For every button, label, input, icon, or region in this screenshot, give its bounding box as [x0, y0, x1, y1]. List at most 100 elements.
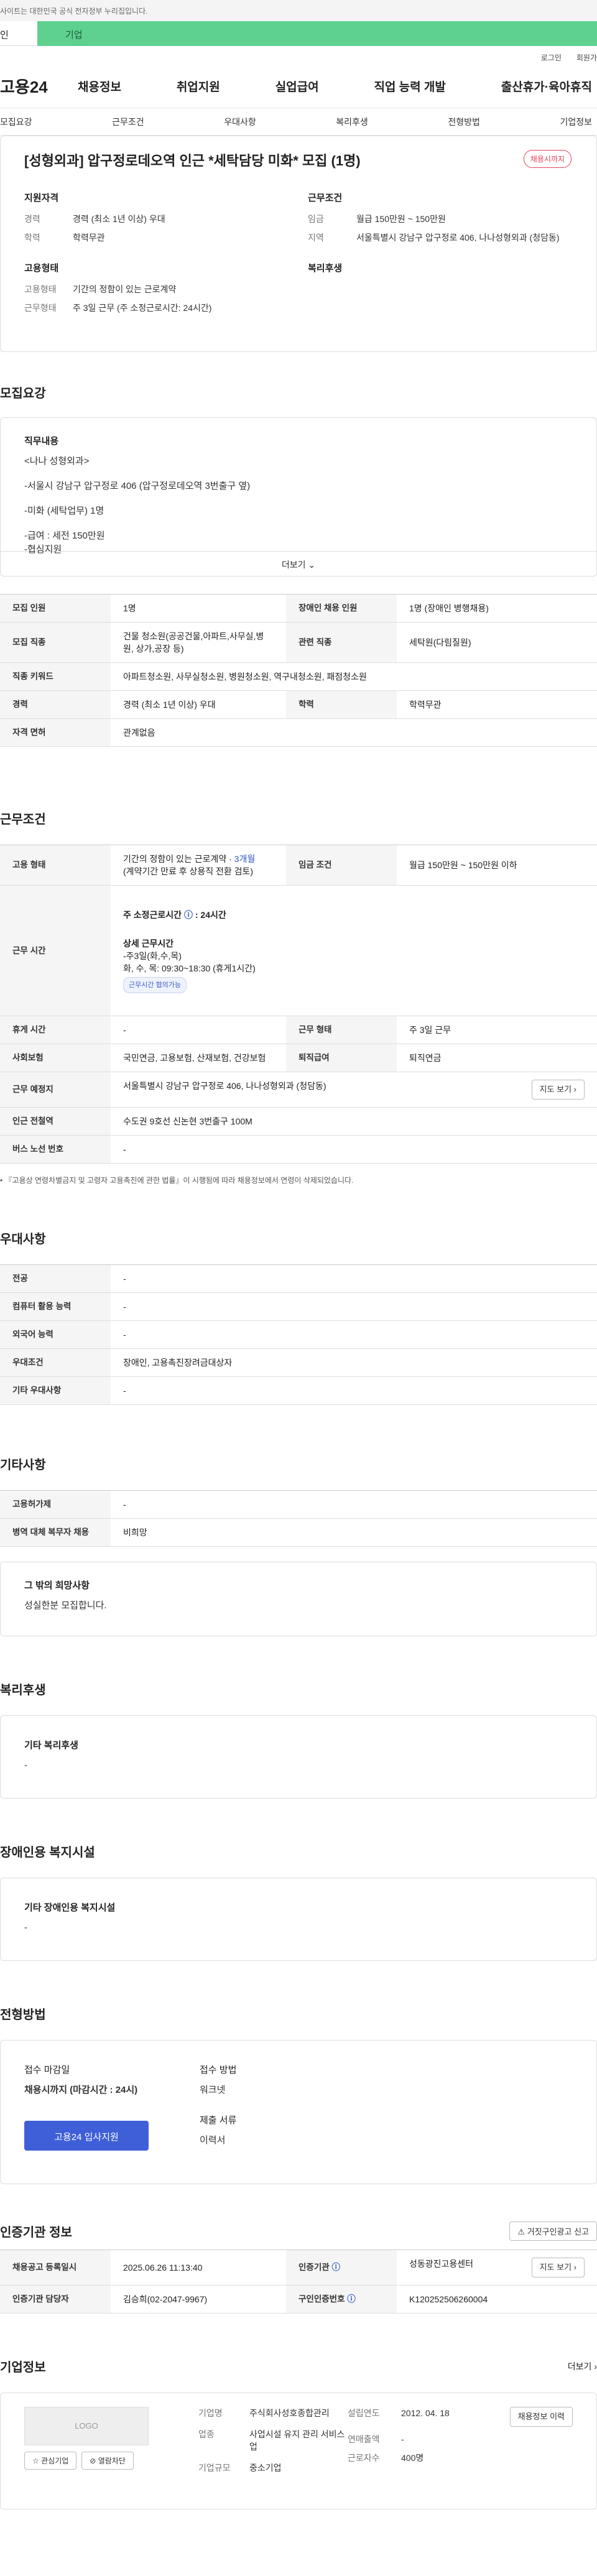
apply-button[interactable]: 고용24 입사지원 — [24, 2121, 149, 2151]
subnav-selection[interactable]: 전형방법 — [448, 116, 480, 128]
table-cell: 수도권 9호선 신논현 3번출구 100M — [111, 1107, 597, 1136]
work-section: 근무조건 고용 형태 기간의 정함이 있는 근로계약 · 3개월 (계약기간 만… — [0, 809, 597, 1185]
table-cell: 경력 (최소 1년 이상) 우대 — [111, 690, 286, 719]
info-icon[interactable]: ⓘ — [184, 910, 193, 920]
table-row: 모집 직종 건물 청소원(공공건물,아파트,사무실,병원, 상가,공장 등) 관… — [0, 622, 597, 663]
info-icon[interactable]: ⓘ — [331, 2263, 340, 2272]
kv-key: 임금 — [308, 214, 324, 224]
chevron-right-icon: › — [594, 2361, 597, 2371]
table-header: 휴게 시간 — [0, 1016, 111, 1044]
info-icon[interactable]: ⓘ — [347, 2294, 356, 2304]
cert-map-button[interactable]: 지도 보기 › — [531, 2258, 585, 2277]
table-row: 채용공고 등록일시 2025.06.26 11:13:40 인증기관 ⓘ 성동광… — [0, 2249, 597, 2286]
gnb-item-parental-leave[interactable]: 출산휴가·육아휴직 — [501, 78, 592, 95]
view-jobs-button[interactable]: 채용정보 이력 — [509, 2407, 573, 2427]
block-button[interactable]: ⊘ 열람차단 — [81, 2452, 134, 2470]
table-header: 인증기관 담당자 — [0, 2285, 111, 2314]
company-title: 기업정보 — [0, 2361, 46, 2374]
subnav-benefits[interactable]: 복리후생 — [336, 116, 368, 128]
subnav-work[interactable]: 근무조건 — [112, 116, 144, 128]
kv-key: 근무형태 — [24, 303, 57, 313]
site-logo[interactable]: 고용24 — [0, 75, 78, 98]
gnb-item-skills[interactable]: 직업 능력 개발 — [374, 78, 445, 95]
table-header: 직종 키워드 — [0, 662, 111, 691]
duties-more-button[interactable]: 더보기 ⌄ — [1, 551, 596, 576]
table-row: 경력 경력 (최소 1년 이상) 우대 학력 학력무관 — [0, 690, 597, 719]
table-row: 우대조건 장애인, 고용촉진장려금대상자 — [0, 1348, 597, 1377]
selection-title: 전형방법 — [0, 2008, 46, 2022]
deadline-value: 채용시까지 (마감시간 : 24시) — [24, 2085, 138, 2095]
company-section: 기업정보 더보기 › LOGO ☆ 관심기업 ⊘ 열람차단 기업명 주식회사성호종… — [0, 2357, 597, 2509]
table-header: 임금 조건 — [286, 845, 397, 886]
table-header: 근무 예정지 — [0, 1072, 111, 1108]
kv-key: 경력 — [24, 214, 40, 224]
interest-label: 관심기업 — [41, 2457, 69, 2465]
table-cell: 아파트청소원, 사무실청소원, 병원청소원, 역구내청소원, 패점청소원 — [111, 662, 597, 691]
gov-banner: 사이트는 대한민국 공식 전자정부 누리집입니다. — [0, 0, 597, 21]
table-cell: 주 소정근로시간 ⓘ : 24시간 상세 근무시간 -주3일(화,수,목) 화,… — [111, 885, 597, 1016]
table-cell: 국민연금, 고용보험, 산재보험, 건강보험 — [111, 1044, 286, 1072]
interest-button[interactable]: ☆ 관심기업 — [24, 2452, 77, 2470]
kv-key: 기업규모 — [198, 2463, 231, 2473]
welfare-section: 복리후생 — [308, 261, 573, 320]
docs-label: 제출 서류 — [200, 2115, 237, 2126]
table-header: 모집 인원 — [0, 594, 111, 623]
gnb-item-employment-support[interactable]: 취업지원 — [177, 78, 220, 95]
welfare-heading: 복리후생 — [308, 263, 343, 274]
kv-value: 사업시설 유지 관리 서비스업 — [249, 2429, 345, 2452]
subnav-preference[interactable]: 우대사항 — [224, 116, 256, 128]
table-cell: 1명 — [111, 594, 286, 623]
chevron-down-icon: ⌄ — [308, 560, 316, 570]
table-header: 컴퓨터 활용 능력 — [0, 1292, 111, 1321]
hope-text: 성실한분 모집합니다. — [24, 1600, 107, 1611]
map-button[interactable]: 지도 보기 › — [531, 1080, 585, 1100]
deadline-label: 접수 마감일 — [24, 2065, 70, 2075]
table-header: 우대조건 — [0, 1348, 111, 1377]
kv-value: 학력무관 — [73, 233, 105, 243]
table-cell: 건물 청소원(공공건물,아파트,사무실,병원, 상가,공장 등) — [111, 622, 286, 663]
map-button-label: 지도 보기 — [539, 2263, 572, 2272]
kv-value: 월급 150만원 ~ 150만원 — [356, 214, 446, 224]
detail-heading: 상세 근무시간 — [123, 938, 174, 948]
tab-personal[interactable]: 인 — [0, 21, 37, 46]
report-ad-button[interactable]: ⚠ 거짓구인광고 신고 — [509, 2222, 597, 2241]
table-cell: 세탁원(다림질원) — [397, 622, 597, 663]
kv-key: 고용형태 — [24, 284, 57, 294]
gnb-menu: 채용정보 취업지원 실업급여 직업 능력 개발 출산휴가·육아휴직 — [78, 78, 597, 95]
gnb-item-jobs[interactable]: 채용정보 — [78, 78, 121, 95]
table-cell: 퇴직연금 — [397, 1044, 597, 1072]
deadline-col: 접수 마감일 채용시까지 (마감시간 : 24시) 고용24 입사지원 — [24, 2063, 200, 2167]
recruit-section: 모집요강 직무내용 <나나 성형외과> -서울시 강남구 압구정로 406 (압… — [0, 383, 597, 747]
table-row: 고용허가제 - — [0, 1490, 597, 1519]
table-header: 인증기관 ⓘ — [286, 2249, 397, 2286]
company-more-link[interactable]: 더보기 › — [568, 2360, 597, 2373]
table-header: 모집 직종 — [0, 622, 111, 663]
gnb-item-unemployment-benefit[interactable]: 실업급여 — [275, 78, 319, 95]
tab-company[interactable]: 기업 — [37, 21, 597, 46]
kv-key: 근로자수 — [348, 2453, 380, 2463]
benefits-heading: 기타 복리후생 — [24, 1740, 78, 1751]
table-header: 전공 — [0, 1264, 111, 1293]
table-cell: 김승희(02-2047-9967) — [111, 2285, 286, 2314]
login-link[interactable]: 로그인 — [541, 52, 562, 65]
docs-value: 이력서 — [200, 2135, 226, 2146]
table-cell: 학력무관 — [397, 690, 597, 719]
table-cell: - — [111, 1135, 597, 1164]
duties-line: -급여 : 세전 150만원 — [24, 530, 105, 541]
job-summary-box: [성형외과] 압구정로데오역 인근 *세탁담당 미화* 모집 (1명) 채용시까… — [0, 136, 597, 352]
age-law-note: • 『고용상 연령차별금지 및 고령자 고용촉진에 관한 법률』이 시행됨에 따… — [0, 1176, 354, 1185]
subnav-recruit[interactable]: 모집요강 — [0, 116, 32, 128]
section-subnav: 모집요강 근무조건 우대사항 복리후생 전형방법 기업정보 — [0, 108, 597, 136]
disability-text: - — [24, 1922, 27, 1933]
kv-value: 서울특별시 강남구 압구정로 406, 나나성형외과 (청담동) — [356, 233, 560, 243]
kv-value: 2012. 04. 18 — [401, 2408, 450, 2418]
work-title: 근무조건 — [0, 813, 46, 827]
table-row: 전공 - — [0, 1264, 597, 1293]
preference-title: 우대사항 — [0, 1233, 46, 1246]
weekly-hours-label: 주 소정근로시간 — [123, 909, 182, 920]
subnav-company[interactable]: 기업정보 — [560, 116, 592, 128]
cert-number-label: 구인인증번호 — [298, 2294, 345, 2304]
signup-link[interactable]: 회원가 — [576, 52, 597, 65]
table-cell: - — [111, 1016, 286, 1044]
benefits-section: 복리후생 기타 복리후생 - — [0, 1680, 597, 1799]
